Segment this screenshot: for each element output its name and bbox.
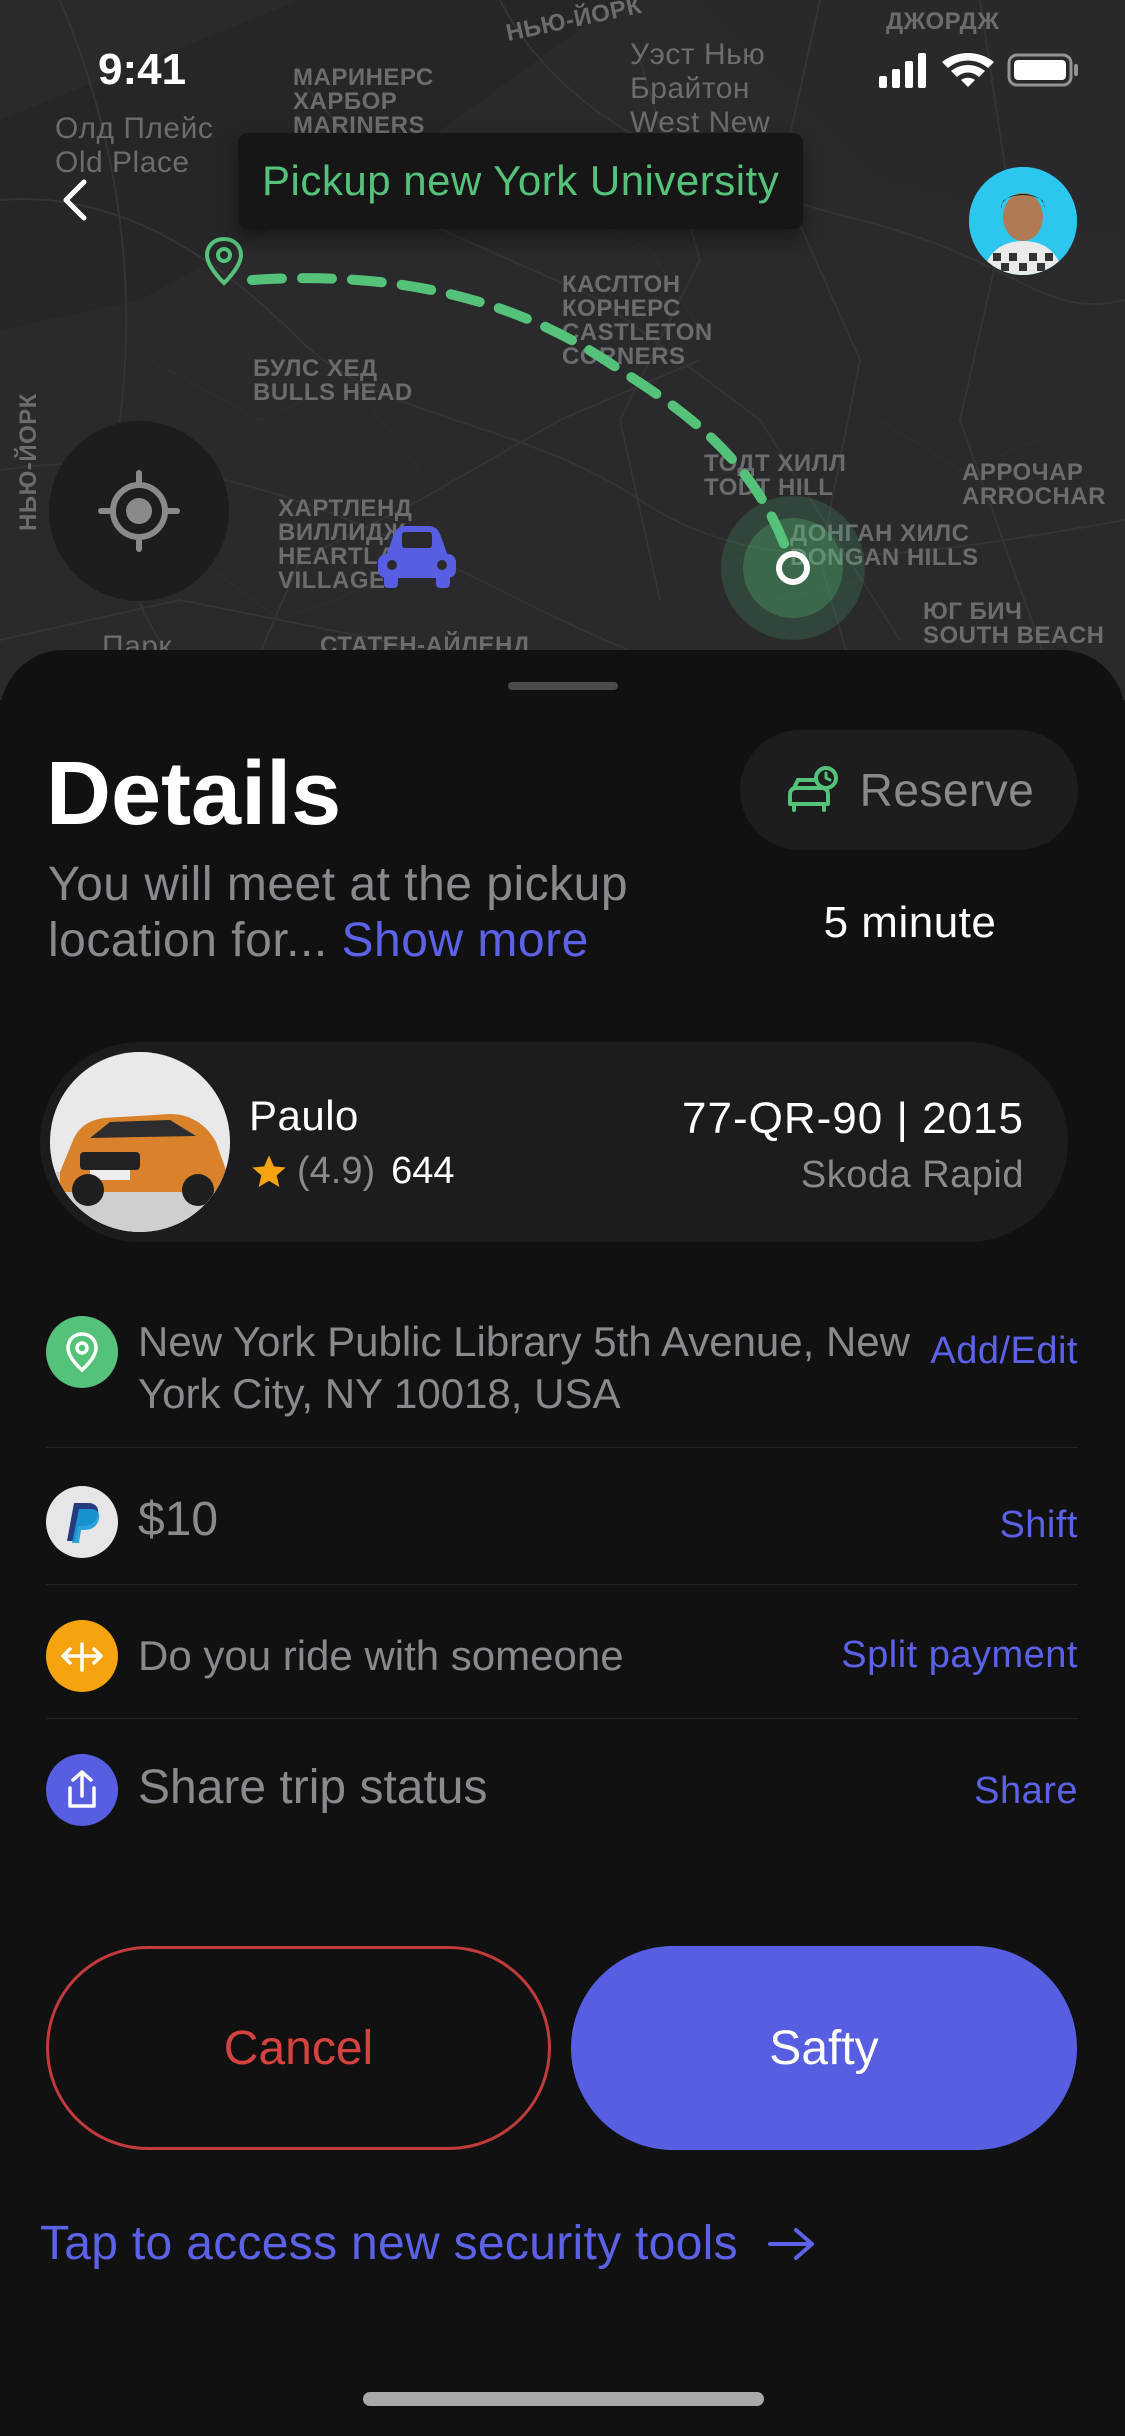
reserve-button[interactable]: Reserve: [740, 730, 1078, 850]
list-item-pickup-location[interactable]: New York Public Library 5th Avenue, New …: [46, 1316, 1078, 1420]
shift-button[interactable]: Shift: [999, 1486, 1078, 1547]
crosshair-icon: [98, 470, 180, 552]
add-edit-button[interactable]: Add/Edit: [930, 1316, 1078, 1373]
cancel-button-label: Cancel: [223, 2021, 374, 2075]
payment-amount: $10: [138, 1493, 219, 1546]
location-pin-icon: [46, 1316, 118, 1388]
car-photo: [50, 1052, 230, 1232]
page-title: Details: [46, 744, 342, 844]
split-payment-button[interactable]: Split payment: [841, 1620, 1078, 1677]
share-icon: [46, 1754, 118, 1826]
split-arrows-icon: [46, 1620, 118, 1692]
arrow-right-icon: [767, 2227, 814, 2260]
map-view[interactable]: НЬЮ-ЙОРК Уэст Нью Брайтон West New ДЖОРД…: [0, 0, 1125, 700]
pickup-address: New York Public Library 5th Avenue, New …: [138, 1318, 910, 1417]
pickup-banner: Pickup new York University: [238, 133, 804, 229]
pickup-pin-icon: [202, 235, 246, 287]
list-item-share-trip[interactable]: Share trip status Share: [46, 1754, 1078, 1826]
battery-icon: [1007, 53, 1078, 87]
wifi-icon: [942, 53, 994, 87]
split-payment-text: Do you ride with someone: [138, 1632, 624, 1679]
safety-button[interactable]: Safty: [571, 1946, 1077, 2150]
reserve-car-clock-icon: [787, 766, 838, 812]
details-sheet: Details You will meet at the pickup loca…: [0, 650, 1125, 2436]
divider: [46, 1718, 1078, 1719]
reserve-label: Reserve: [859, 764, 1035, 816]
back-button[interactable]: [50, 170, 100, 230]
license-plate: 77-QR-90 | 2015: [682, 1094, 1024, 1143]
eta-text: 5 minute: [823, 898, 997, 947]
car-model: Skoda Rapid: [800, 1154, 1024, 1196]
locate-me-button[interactable]: [49, 421, 229, 601]
star-icon: [252, 1154, 286, 1187]
user-avatar[interactable]: [969, 167, 1077, 275]
trip-count: 644: [391, 1150, 455, 1192]
list-item-split-payment[interactable]: Do you ride with someone Split payment: [46, 1620, 1078, 1692]
security-tools-label: Tap to access new security tools: [40, 2217, 738, 2270]
pickup-banner-text: Pickup new York University: [262, 157, 780, 204]
signal-icon: [879, 53, 926, 88]
cancel-button[interactable]: Cancel: [46, 1946, 551, 2150]
status-icons: [879, 53, 1078, 88]
paypal-icon: [46, 1486, 118, 1558]
divider: [46, 1584, 1078, 1585]
home-indicator[interactable]: [363, 2392, 764, 2406]
details-subtitle: You will meet at the pickup location for…: [48, 857, 748, 969]
driver-rating: (4.9) 644: [249, 1150, 455, 1193]
status-time: 9:41: [98, 45, 187, 94]
sheet-grabber[interactable]: [508, 682, 618, 690]
share-button[interactable]: Share: [974, 1754, 1078, 1813]
driver-card[interactable]: Paulo (4.9) 644 77-QR-90 | 2015 Skoda Ra…: [40, 1042, 1068, 1242]
safety-button-label: Safty: [769, 2021, 879, 2075]
list-item-payment[interactable]: $10 Shift: [46, 1486, 1078, 1558]
driver-name: Paulo: [249, 1092, 359, 1139]
car-icon: [372, 520, 462, 590]
show-more-link[interactable]: Show more: [342, 914, 589, 967]
security-tools-link[interactable]: Tap to access new security tools: [40, 2216, 818, 2271]
share-trip-text: Share trip status: [138, 1761, 488, 1814]
chevron-left-icon: [63, 179, 87, 221]
divider: [46, 1447, 1078, 1448]
rating-score: (4.9): [297, 1150, 376, 1192]
